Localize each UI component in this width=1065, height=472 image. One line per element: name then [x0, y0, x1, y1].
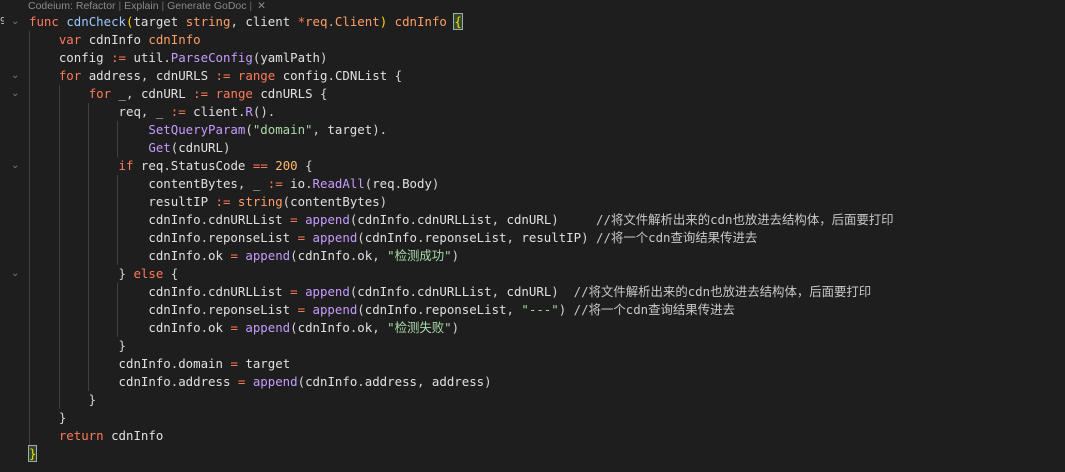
code-line: resultIP := string(contentBytes)	[29, 193, 1065, 211]
fold-chevron-icon[interactable]: ⌄	[11, 13, 21, 31]
codeium-codelens: Codeium: Refactor | Explain | Generate G…	[28, 0, 266, 13]
code-line: }	[29, 409, 67, 427]
code-line: } else {	[29, 265, 179, 283]
code-line: config := util.ParseConfig(yamlPath)	[29, 49, 1065, 67]
code-line: cdnInfo.domain = target	[29, 355, 1065, 373]
fold-chevron-icon[interactable]: ⌄	[11, 67, 21, 85]
code-line: req, _ := client.R().	[29, 103, 1065, 121]
code-line: }	[27, 445, 38, 462]
code-line: cdnInfo.reponseList = append(cdnInfo.rep…	[29, 229, 1065, 247]
codelens-close-icon[interactable]: ✕	[257, 0, 266, 12]
code-line: if req.StatusCode == 200 {	[29, 157, 1065, 175]
code-line: var cdnInfo cdnInfo	[29, 31, 1065, 49]
code-line: contentBytes, _ := io.ReadAll(req.Body)	[29, 175, 1065, 193]
fold-chevron-icon[interactable]: ⌄	[11, 157, 21, 175]
codelens-explain-link[interactable]: Explain	[124, 0, 158, 12]
code-line: }	[29, 337, 126, 355]
code-line: }	[29, 391, 97, 409]
code-area[interactable]: func cdnCheck(target string, client *req…	[27, 13, 1065, 463]
code-editor[interactable]: Codeium: Refactor | Explain | Generate G…	[0, 0, 1065, 472]
codelens-separator: |	[158, 0, 168, 12]
code-line: cdnInfo.cdnURLList = append(cdnInfo.cdnU…	[29, 211, 1065, 229]
code-line: cdnInfo.ok = append(cdnInfo.ok, "检测失败")	[29, 319, 1065, 337]
code-line: for address, cdnURLS := range config.CDN…	[29, 67, 1065, 85]
code-line: SetQueryParam("domain", target).	[29, 121, 1065, 139]
fold-chevron-icon[interactable]: ⌄	[11, 265, 21, 283]
codelens-separator: |	[115, 0, 125, 12]
code-line: return cdnInfo	[29, 427, 1065, 445]
fold-chevron-icon[interactable]: ⌄	[11, 85, 21, 103]
code-line: cdnInfo.cdnURLList = append(cdnInfo.cdnU…	[29, 283, 1065, 301]
code-line: func cdnCheck(target string, client *req…	[29, 13, 463, 30]
code-line: cdnInfo.address = append(cdnInfo.address…	[29, 373, 1065, 391]
line-number: 9	[0, 16, 4, 27]
codelens-refactor-link[interactable]: Codeium: Refactor	[28, 0, 116, 12]
code-line: Get(cdnURL)	[29, 139, 1065, 157]
codelens-separator: |	[246, 0, 256, 12]
code-line: cdnInfo.ok = append(cdnInfo.ok, "检测成功")	[29, 247, 1065, 265]
code-line: cdnInfo.reponseList = append(cdnInfo.rep…	[29, 301, 1065, 319]
editor-gutter: 9 ⌄ ⌄ ⌄ ⌄ ⌄	[0, 0, 28, 472]
code-line: for _, cdnURL := range cdnURLS {	[29, 85, 1065, 103]
codelens-generate-godoc-link[interactable]: Generate GoDoc	[167, 0, 246, 12]
